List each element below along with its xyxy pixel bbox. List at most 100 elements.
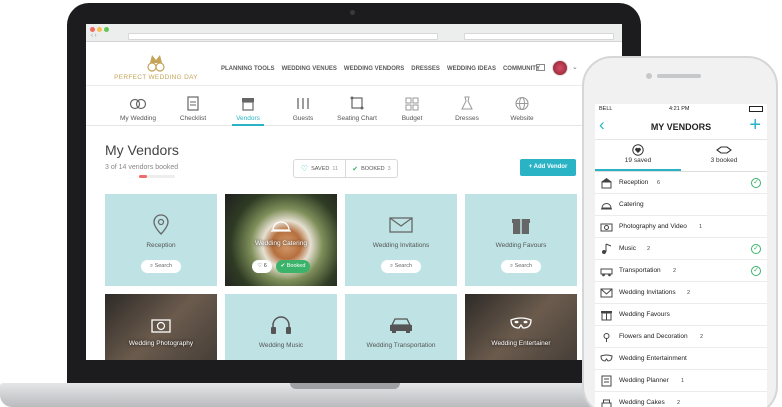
nav-wedding-ideas[interactable]: WEDDING IDEAS bbox=[447, 66, 496, 72]
address-bar[interactable] bbox=[128, 33, 438, 40]
vendor-category-row[interactable]: Reception 6 ✓ bbox=[595, 172, 767, 194]
nav-community[interactable]: COMMUNITY bbox=[503, 66, 540, 72]
vendor-category-row[interactable]: Music 2 ✓ bbox=[595, 238, 767, 260]
page-title: My Vendors bbox=[105, 142, 179, 158]
vendor-category-list: Reception 6 ✓ Catering Photography and Video… bbox=[595, 172, 767, 407]
progress-fill bbox=[139, 175, 147, 178]
budget-icon bbox=[405, 97, 419, 111]
avatar[interactable] bbox=[552, 60, 568, 76]
tab-website[interactable]: Website bbox=[502, 90, 542, 126]
phone-frame: BELL 4:21 PM ‹ MY VENDORS + 19 saved 3 b… bbox=[582, 56, 778, 407]
cloche-icon bbox=[271, 221, 291, 232]
search-label: Search bbox=[154, 263, 173, 269]
row-label: Music bbox=[619, 245, 636, 252]
tab-budget[interactable]: Budget bbox=[392, 90, 432, 126]
booked-summary: 3 of 14 vendors booked bbox=[105, 164, 179, 171]
row-label: Transportation bbox=[619, 267, 661, 274]
carrier: BELL bbox=[599, 106, 613, 112]
vendor-category-row[interactable]: Wedding Entertainment bbox=[595, 348, 767, 370]
search-button[interactable]: ⌕ Search bbox=[381, 260, 421, 273]
vendor-card-catering[interactable]: Wedding Catering ♡ 6 ✔ Booked bbox=[225, 194, 337, 286]
add-icon[interactable]: + bbox=[749, 114, 761, 136]
search-label: Search bbox=[514, 263, 533, 269]
mail-icon[interactable] bbox=[536, 64, 545, 71]
vendor-category-row[interactable]: Wedding Cakes 2 bbox=[595, 392, 767, 407]
vendor-category-row[interactable]: Photography and Video 1 bbox=[595, 216, 767, 238]
tab-label: Guests bbox=[292, 115, 314, 122]
booked-filter[interactable]: ✔ BOOKED 3 bbox=[346, 160, 397, 177]
browser-search-bar[interactable] bbox=[464, 33, 614, 40]
booked-badge[interactable]: ✔ Booked bbox=[276, 260, 310, 273]
browser-toolbar: ‹ › bbox=[86, 24, 622, 42]
vendor-category-row[interactable]: Flowers and Decoration 2 bbox=[595, 326, 767, 348]
vendor-category-row[interactable]: Wedding Planner 1 bbox=[595, 370, 767, 392]
mask-icon bbox=[510, 317, 532, 329]
minimize-window-icon[interactable] bbox=[97, 27, 102, 32]
vendor-category-row[interactable]: Catering bbox=[595, 194, 767, 216]
card-label: Wedding Invitations bbox=[372, 242, 430, 249]
nav-wedding-venues[interactable]: WEDDING VENUES bbox=[282, 66, 337, 72]
rings-icon bbox=[129, 98, 147, 110]
planning-tabs: My Wedding Checklist Vendors Guests Seat… bbox=[86, 90, 622, 126]
saved-filter[interactable]: ♡ SAVED 11 bbox=[294, 160, 345, 177]
car-icon bbox=[600, 268, 613, 277]
seating-icon bbox=[350, 96, 364, 110]
row-label: Flowers and Decoration bbox=[619, 333, 688, 340]
tab-label: Seating Chart bbox=[337, 115, 377, 122]
vendor-card-entertainer[interactable]: Wedding Entertainer bbox=[465, 294, 577, 360]
vendor-card-favours[interactable]: Wedding Favours ⌕ Search bbox=[465, 194, 577, 286]
nav-wedding-vendors[interactable]: WEDDING VENDORS bbox=[344, 66, 404, 72]
tab-vendors[interactable]: Vendors bbox=[228, 90, 268, 126]
tab-guests[interactable]: Guests bbox=[284, 90, 322, 126]
vendor-category-row[interactable]: Wedding Invitations 2 bbox=[595, 282, 767, 304]
guests-icon bbox=[297, 98, 309, 109]
vendor-category-row[interactable]: Wedding Favours bbox=[595, 304, 767, 326]
card-label: Wedding Catering bbox=[255, 240, 307, 247]
app-header: ‹ MY VENDORS + bbox=[595, 114, 767, 140]
row-count: 2 bbox=[647, 246, 651, 252]
saved-booked-tabs: 19 saved 3 booked bbox=[595, 140, 767, 172]
row-label: Reception bbox=[619, 179, 649, 186]
tab-checklist[interactable]: Checklist bbox=[172, 90, 214, 126]
tab-label: 19 saved bbox=[624, 157, 652, 164]
back-forward-icon[interactable]: ‹ › bbox=[91, 33, 97, 39]
add-vendor-button[interactable]: + Add Vendor bbox=[520, 159, 576, 176]
tab-saved[interactable]: 19 saved bbox=[595, 140, 681, 171]
phone-camera bbox=[646, 73, 652, 79]
search-button[interactable]: ⌕ Search bbox=[141, 260, 181, 273]
tab-label: Checklist bbox=[179, 115, 207, 122]
vendor-category-row[interactable]: Transportation 2 ✓ bbox=[595, 260, 767, 282]
booked-badge-label: Booked bbox=[286, 263, 306, 269]
handshake-icon bbox=[716, 146, 732, 154]
nav-planning-tools[interactable]: PLANNING TOOLS bbox=[221, 66, 275, 72]
tab-seating-chart[interactable]: Seating Chart bbox=[334, 90, 380, 126]
booked-progress-bar bbox=[139, 175, 175, 178]
tab-label: Website bbox=[510, 115, 534, 122]
card-label: Wedding Transportation bbox=[366, 342, 436, 349]
maximize-window-icon[interactable] bbox=[104, 27, 109, 32]
vendor-card-transportation[interactable]: Wedding Transportation bbox=[345, 294, 457, 360]
camera-icon bbox=[600, 223, 613, 232]
tab-my-wedding[interactable]: My Wedding bbox=[114, 90, 162, 126]
vendor-card-music[interactable]: Wedding Music bbox=[225, 294, 337, 360]
likes-badge[interactable]: ♡ 6 bbox=[252, 260, 272, 273]
vendor-card-reception[interactable]: Reception ⌕ Search bbox=[105, 194, 217, 286]
close-window-icon[interactable] bbox=[90, 27, 95, 32]
vendor-card-photography[interactable]: Wedding Photography bbox=[105, 294, 217, 360]
vendor-card-invitations[interactable]: Wedding Invitations ⌕ Search bbox=[345, 194, 457, 286]
headphones-icon bbox=[271, 316, 291, 334]
row-count: 1 bbox=[699, 224, 703, 230]
building-icon bbox=[601, 178, 612, 189]
row-count: 6 bbox=[657, 180, 661, 186]
tab-dresses[interactable]: Dresses bbox=[448, 90, 486, 126]
site-logo[interactable]: PERFECT WEDDING DAY bbox=[106, 49, 206, 85]
envelope-icon bbox=[389, 217, 413, 233]
nav-dresses[interactable]: DRESSES bbox=[411, 66, 440, 72]
clock: 4:21 PM bbox=[669, 106, 690, 112]
chevron-down-icon[interactable]: ⌄ bbox=[572, 63, 578, 71]
row-label: Wedding Planner bbox=[619, 377, 669, 384]
tab-booked[interactable]: 3 booked bbox=[681, 140, 767, 171]
search-label: Search bbox=[394, 263, 413, 269]
card-label: Wedding Favours bbox=[495, 242, 547, 249]
search-button[interactable]: ⌕ Search bbox=[501, 260, 541, 273]
